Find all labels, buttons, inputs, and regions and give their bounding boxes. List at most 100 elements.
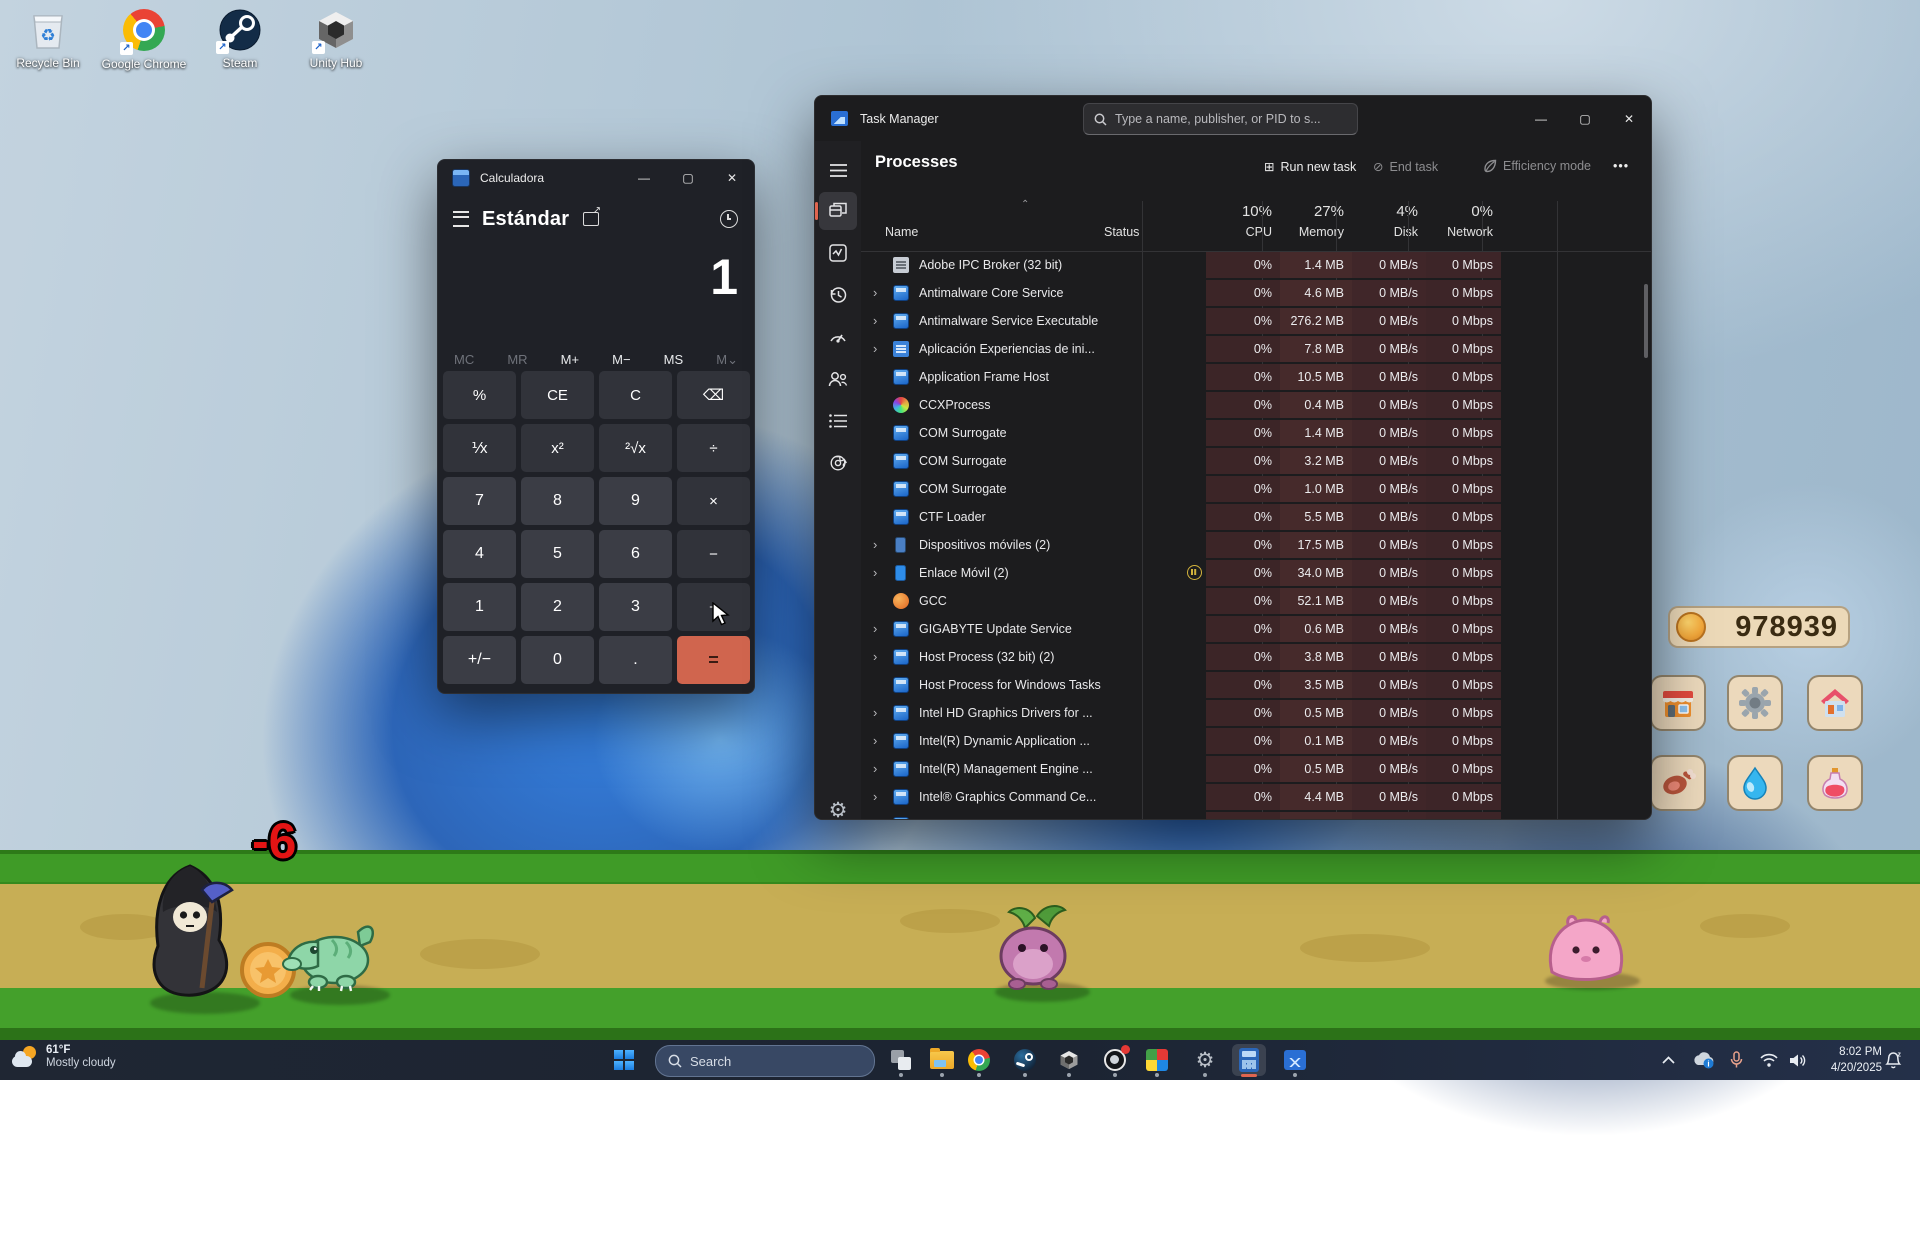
sidebar-item-app-history[interactable] [819, 276, 857, 314]
calculator-key[interactable]: 7 [443, 477, 516, 525]
process-row[interactable]: › Intel® Graphics Command Ce... 0% 4.4 M… [861, 783, 1651, 811]
game-settings-button[interactable] [1727, 675, 1783, 731]
calculator-key[interactable]: x² [521, 424, 594, 472]
calculator-key[interactable]: 2 [521, 583, 594, 631]
taskbar-app-steam[interactable] [1008, 1044, 1042, 1076]
calculator-key[interactable]: 8 [521, 477, 594, 525]
start-button[interactable] [607, 1044, 641, 1076]
calculator-key[interactable]: ÷ [677, 424, 750, 472]
keep-on-top-icon[interactable] [583, 212, 599, 226]
process-row[interactable]: › CTF Loader 0% 5.5 MB 0 MB/s 0 Mbps [861, 503, 1651, 531]
sidebar-item-details[interactable] [819, 402, 857, 440]
calculator-key[interactable]: = [677, 636, 750, 684]
calculator-key[interactable]: ⌫ [677, 371, 750, 419]
calculator-key[interactable]: × [677, 477, 750, 525]
expand-chevron-icon[interactable]: › [873, 335, 877, 363]
sidebar-item-startup-apps[interactable] [819, 318, 857, 356]
pet-reaper[interactable] [140, 860, 240, 1000]
calculator-key[interactable]: 9 [599, 477, 672, 525]
scrollbar-thumb[interactable] [1644, 284, 1648, 358]
calculator-key[interactable]: % [443, 371, 516, 419]
process-row[interactable]: › Aplicación Experiencias de ini... 0% 7… [861, 335, 1651, 363]
tray-show-hidden-icons[interactable] [1662, 1040, 1675, 1080]
expand-chevron-icon[interactable]: › [873, 755, 877, 783]
sidebar-menu-button[interactable] [819, 151, 857, 189]
desktop-icon-unity-hub[interactable]: ↗ Unity Hub [288, 8, 384, 70]
expand-chevron-icon[interactable]: › [873, 643, 877, 671]
pet-pink-slime[interactable] [1538, 912, 1634, 984]
taskbar-app-settings[interactable]: ⚙ [1188, 1044, 1222, 1076]
game-water-button[interactable] [1727, 755, 1783, 811]
expand-chevron-icon[interactable]: › [873, 279, 877, 307]
calculator-key[interactable]: 4 [443, 530, 516, 578]
process-row[interactable]: › GIGABYTE Update Service 0% 0.6 MB 0 MB… [861, 615, 1651, 643]
close-button[interactable]: ✕ [1607, 96, 1651, 141]
expand-chevron-icon[interactable]: › [873, 727, 877, 755]
process-row[interactable]: › Intel(R) Dynamic Application ... 0% 0.… [861, 727, 1651, 755]
pet-green-dino[interactable] [280, 898, 378, 993]
taskbar-app-chrome[interactable] [962, 1044, 996, 1076]
memory-button[interactable]: MS [660, 350, 688, 370]
sidebar-item-processes[interactable] [819, 192, 857, 230]
tray-volume[interactable] [1789, 1040, 1807, 1080]
task-manager-search-input[interactable]: Type a name, publisher, or PID to s... [1083, 103, 1358, 135]
taskbar-app-unity-hub[interactable] [1052, 1044, 1086, 1076]
minimize-button[interactable]: — [622, 160, 666, 196]
process-row[interactable]: › Application Frame Host 0% 10.5 MB 0 MB… [861, 363, 1651, 391]
process-row[interactable]: › COM Surrogate 0% 1.4 MB 0 MB/s 0 Mbps [861, 419, 1651, 447]
expand-chevron-icon[interactable]: › [873, 307, 877, 335]
calculator-key[interactable]: C [599, 371, 672, 419]
tray-clock[interactable]: 8:02 PM 4/20/2025 [1831, 1044, 1882, 1076]
efficiency-mode-button[interactable]: Efficiency mode [1483, 159, 1591, 173]
process-row[interactable]: › COM Surrogate 0% 1.0 MB 0 MB/s 0 Mbps [861, 475, 1651, 503]
game-potion-button[interactable] [1807, 755, 1863, 811]
desktop-icon-google-chrome[interactable]: ↗ Google Chrome [96, 8, 192, 71]
game-home-button[interactable] [1807, 675, 1863, 731]
taskbar-app-stacked-windows[interactable] [884, 1044, 918, 1076]
tray-microphone[interactable] [1730, 1040, 1743, 1080]
process-row[interactable]: › COM Surrogate 0% 3.2 MB 0 MB/s 0 Mbps [861, 447, 1651, 475]
close-button[interactable]: ✕ [710, 160, 754, 196]
calculator-titlebar[interactable]: Calculadora — ▢ ✕ [438, 160, 754, 196]
column-header-memory[interactable]: Memory [1280, 225, 1344, 239]
taskbar-app-task-manager[interactable] [1278, 1044, 1312, 1076]
tray-notifications[interactable]: z [1884, 1040, 1902, 1080]
maximize-button[interactable]: ▢ [1563, 96, 1607, 141]
calculator-menu-icon[interactable] [453, 211, 469, 227]
process-row[interactable]: › Microsoft (R) Aggregator Host 0% 2.8 M… [861, 811, 1651, 820]
taskbar-app-file-explorer[interactable] [925, 1044, 959, 1076]
process-row[interactable]: › Antimalware Service Executable 0% 276.… [861, 307, 1651, 335]
run-new-task-button[interactable]: ⊞ Run new task [1264, 159, 1356, 174]
taskbar-app-obs[interactable] [1098, 1044, 1132, 1076]
game-meat-button[interactable] [1650, 755, 1706, 811]
more-options-button[interactable]: ••• [1613, 159, 1629, 173]
pet-plant-creature[interactable] [985, 900, 1081, 992]
process-row[interactable]: › GCC 0% 52.1 MB 0 MB/s 0 Mbps [861, 587, 1651, 615]
sidebar-item-performance[interactable] [819, 234, 857, 272]
memory-button[interactable]: M⌄ [712, 350, 742, 370]
taskbar-search[interactable]: Search [655, 1045, 875, 1077]
calculator-key[interactable]: − [677, 530, 750, 578]
calculator-key[interactable]: 3 [599, 583, 672, 631]
memory-button[interactable]: M+ [557, 350, 583, 370]
column-header-name[interactable]: Name [885, 225, 918, 239]
calculator-key[interactable]: CE [521, 371, 594, 419]
taskbar-app-pixel-game[interactable] [1140, 1044, 1174, 1076]
end-task-button[interactable]: ⊘ End task [1373, 159, 1438, 174]
process-row[interactable]: › Antimalware Core Service 0% 4.6 MB 0 M… [861, 279, 1651, 307]
process-row[interactable]: › Enlace Móvil (2) 0% 34.0 MB 0 MB/s 0 M… [861, 559, 1651, 587]
expand-chevron-icon[interactable]: › [873, 699, 877, 727]
expand-chevron-icon[interactable]: › [873, 531, 877, 559]
maximize-button[interactable]: ▢ [666, 160, 710, 196]
game-shop-button[interactable] [1650, 675, 1706, 731]
memory-button[interactable]: MC [450, 350, 478, 370]
calculator-key[interactable]: ⅟x [443, 424, 516, 472]
process-row[interactable]: › Intel(R) Management Engine ... 0% 0.5 … [861, 755, 1651, 783]
process-row[interactable]: › Host Process for Windows Tasks 0% 3.5 … [861, 671, 1651, 699]
tray-onedrive[interactable]: i [1692, 1040, 1716, 1080]
process-row[interactable]: › Host Process (32 bit) (2) 0% 3.8 MB 0 … [861, 643, 1651, 671]
expand-chevron-icon[interactable]: › [873, 615, 877, 643]
sidebar-item-settings[interactable]: ⚙ [819, 791, 857, 820]
calculator-key[interactable]: +/− [443, 636, 516, 684]
calculator-key[interactable]: 1 [443, 583, 516, 631]
